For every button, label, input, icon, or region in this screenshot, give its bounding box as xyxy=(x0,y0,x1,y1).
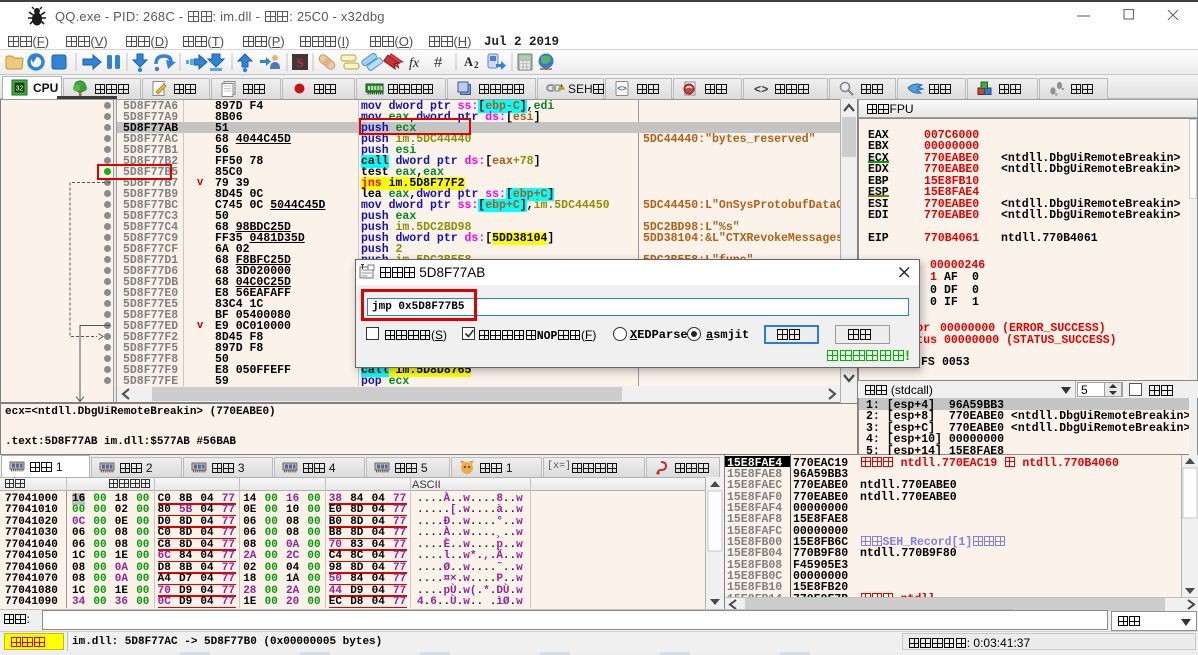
svg-text:!: ! xyxy=(561,85,562,91)
svg-text:#: # xyxy=(434,54,443,71)
svg-text:S: S xyxy=(296,55,303,70)
svg-text:A: A xyxy=(464,55,473,69)
svg-text:<>: <> xyxy=(754,83,768,97)
svg-text:<>: <> xyxy=(617,84,627,93)
svg-text:fx: fx xyxy=(409,56,420,71)
svg-text:2: 2 xyxy=(474,60,479,70)
svg-text:32: 32 xyxy=(16,86,24,93)
